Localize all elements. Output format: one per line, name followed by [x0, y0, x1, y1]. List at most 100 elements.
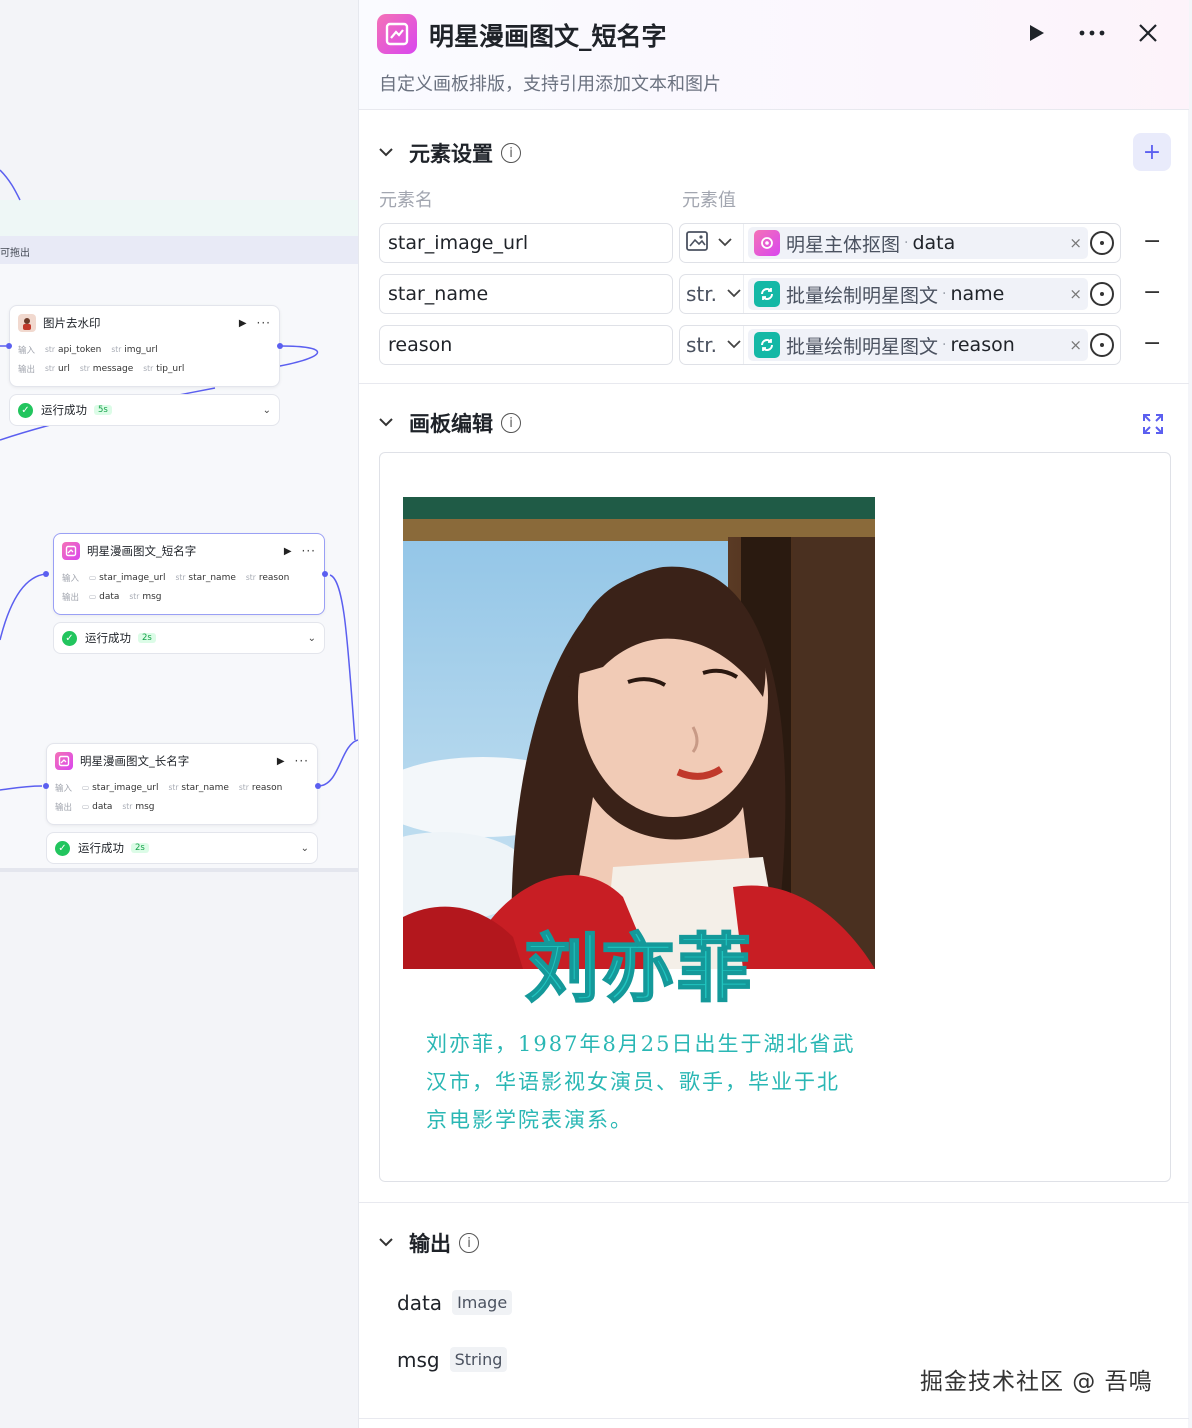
- node-remove-watermark[interactable]: 图片去水印 ▶ ··· 输入 str api_token str img_url 输…: [9, 305, 280, 387]
- section-divider: [359, 1418, 1189, 1419]
- input-port[interactable]: [43, 783, 49, 789]
- image-type-icon: ▭: [82, 783, 90, 792]
- more-icon[interactable]: [1075, 18, 1109, 48]
- chevron-down-icon: [718, 236, 732, 251]
- run-status[interactable]: ✓ 运行成功 5s ⌄: [9, 394, 280, 426]
- output-type-badge: Image: [452, 1290, 513, 1315]
- more-icon[interactable]: ···: [257, 316, 271, 330]
- output-type-badge: String: [449, 1347, 508, 1372]
- node-star-comic-long[interactable]: 明星漫画图文_长名字 ▶ ··· 输入 ▭ star_image_url str s…: [46, 743, 318, 825]
- chevron-down-icon[interactable]: ⌄: [301, 843, 309, 854]
- node-outputs: 输出 str url str message str tip_url: [18, 363, 185, 375]
- loop-node-icon: [754, 281, 780, 307]
- node-inputs: 输入 ▭ star_image_url str star_name str reaso…: [55, 782, 283, 794]
- more-icon[interactable]: ···: [302, 544, 316, 558]
- element-name-input[interactable]: star_name: [379, 274, 673, 314]
- output-name: data: [397, 1290, 443, 1315]
- run-status[interactable]: ✓ 运行成功 2s ⌄: [46, 832, 318, 864]
- play-icon[interactable]: [1019, 18, 1053, 48]
- chevron-down-icon[interactable]: [379, 415, 393, 431]
- element-row: star_name str. 批量绘制明星图文 · name × −: [379, 274, 1179, 314]
- element-row: reason str. 批量绘制明星图文 · reason × −: [379, 325, 1179, 365]
- panel-header: 明星漫画图文_短名字 自定义画板排版，支持引用添加文本和图片: [359, 0, 1189, 110]
- run-status[interactable]: ✓ 运行成功 2s ⌄: [53, 622, 325, 654]
- panel-description[interactable]: 自定义画板排版，支持引用添加文本和图片: [379, 70, 721, 96]
- section-output-header[interactable]: 输出 i: [379, 1228, 479, 1258]
- canvas-node-icon: [377, 14, 417, 54]
- element-value-field[interactable]: str. 批量绘制明星图文 · reason ×: [679, 325, 1121, 365]
- output-item: msg String: [397, 1347, 508, 1372]
- cutout-node-icon: [754, 230, 780, 256]
- input-port[interactable]: [43, 571, 49, 577]
- section-elements-header[interactable]: 元素设置 i: [379, 138, 521, 168]
- reason-text[interactable]: 刘亦菲，1987年8月25日出生于湖北省武汉市，华语影视女演员、歌手，毕业于北京…: [426, 1025, 856, 1139]
- portrait-icon: [18, 314, 36, 332]
- remove-reference-icon[interactable]: ×: [1069, 234, 1082, 252]
- node-config-panel: 明星漫画图文_短名字 自定义画板排版，支持引用添加文本和图片 元素设置 i + …: [358, 0, 1189, 1428]
- type-select[interactable]: str.: [680, 326, 744, 364]
- canvas-node-icon: [62, 542, 80, 560]
- reference-tag[interactable]: 批量绘制明星图文 · name ×: [748, 278, 1088, 310]
- star-photo[interactable]: [403, 497, 875, 969]
- node-title: 明星漫画图文_长名字: [80, 754, 190, 768]
- output-item: data Image: [397, 1290, 513, 1315]
- chevron-down-icon[interactable]: ⌄: [308, 633, 316, 644]
- remove-element-button[interactable]: −: [1143, 229, 1161, 254]
- type-select[interactable]: [680, 224, 744, 262]
- loop-node-icon: [754, 332, 780, 358]
- workflow-canvas[interactable]: 可拖出 图片去水印 ▶ ··· 输入 str api_token str img_u…: [0, 0, 358, 1428]
- element-value-field[interactable]: str. 批量绘制明星图文 · name ×: [679, 274, 1121, 314]
- output-port[interactable]: [322, 571, 328, 577]
- remove-element-button[interactable]: −: [1143, 280, 1161, 305]
- canvas-node-icon: [55, 752, 73, 770]
- fullscreen-icon[interactable]: [1141, 412, 1165, 436]
- remove-reference-icon[interactable]: ×: [1069, 285, 1082, 303]
- remove-element-button[interactable]: −: [1143, 331, 1161, 356]
- more-icon[interactable]: ···: [295, 754, 309, 768]
- output-port[interactable]: [315, 783, 321, 789]
- chevron-down-icon[interactable]: [379, 1235, 393, 1251]
- play-icon[interactable]: ▶: [284, 546, 292, 557]
- input-port[interactable]: [6, 343, 12, 349]
- reference-tag[interactable]: 明星主体抠图 · data ×: [748, 227, 1088, 259]
- remove-reference-icon[interactable]: ×: [1069, 336, 1082, 354]
- add-element-button[interactable]: +: [1133, 133, 1171, 171]
- type-select[interactable]: str.: [680, 275, 744, 313]
- output-port[interactable]: [277, 343, 283, 349]
- node-inputs: 输入 ▭ star_image_url str star_name str reaso…: [62, 572, 290, 584]
- watermark-text: 掘金技术社区 @ 吾鳴: [920, 1369, 1153, 1395]
- chevron-down-icon: [727, 338, 741, 353]
- chevron-down-icon[interactable]: [379, 145, 393, 161]
- success-check-icon: ✓: [55, 840, 70, 856]
- variable-picker-icon[interactable]: [1090, 231, 1114, 255]
- node-title: 明星漫画图文_短名字: [87, 544, 197, 558]
- play-icon[interactable]: ▶: [239, 318, 247, 329]
- canvas-board[interactable]: 刘亦菲 刘亦菲，1987年8月25日出生于湖北省武汉市，华语影视女演员、歌手，毕…: [379, 452, 1171, 1182]
- plus-icon: +: [1142, 139, 1162, 165]
- node-outputs: 输出 ▭ data str msg: [62, 591, 162, 603]
- info-icon[interactable]: i: [459, 1233, 479, 1253]
- image-icon: [686, 230, 708, 256]
- element-name-input[interactable]: star_image_url: [379, 223, 673, 263]
- variable-picker-icon[interactable]: [1090, 333, 1114, 357]
- image-type-icon: ▭: [89, 573, 97, 582]
- panel-title[interactable]: 明星漫画图文_短名字: [429, 17, 667, 53]
- image-type-icon: ▭: [82, 802, 90, 811]
- chevron-down-icon[interactable]: ⌄: [263, 405, 271, 416]
- close-icon[interactable]: [1131, 18, 1165, 48]
- element-value-field[interactable]: 明星主体抠图 · data ×: [679, 223, 1121, 263]
- section-board-header[interactable]: 画板编辑 i: [379, 408, 521, 438]
- section-divider: [359, 1202, 1189, 1203]
- star-name-text[interactable]: 刘亦菲: [524, 909, 753, 1016]
- success-check-icon: ✓: [18, 402, 33, 418]
- element-name-input[interactable]: reason: [379, 325, 673, 365]
- play-icon[interactable]: ▶: [277, 756, 285, 767]
- node-inputs: 输入 str api_token str img_url: [18, 344, 158, 356]
- column-header-value: 元素值: [682, 190, 736, 211]
- variable-picker-icon[interactable]: [1090, 282, 1114, 306]
- reference-tag[interactable]: 批量绘制明星图文 · reason ×: [748, 329, 1088, 361]
- node-star-comic-short[interactable]: 明星漫画图文_短名字 ▶ ··· 输入 ▭ star_image_url str s…: [53, 533, 325, 615]
- info-icon[interactable]: i: [501, 413, 521, 433]
- info-icon[interactable]: i: [501, 143, 521, 163]
- element-row: star_image_url 明星主体抠图 · data × −: [379, 223, 1179, 263]
